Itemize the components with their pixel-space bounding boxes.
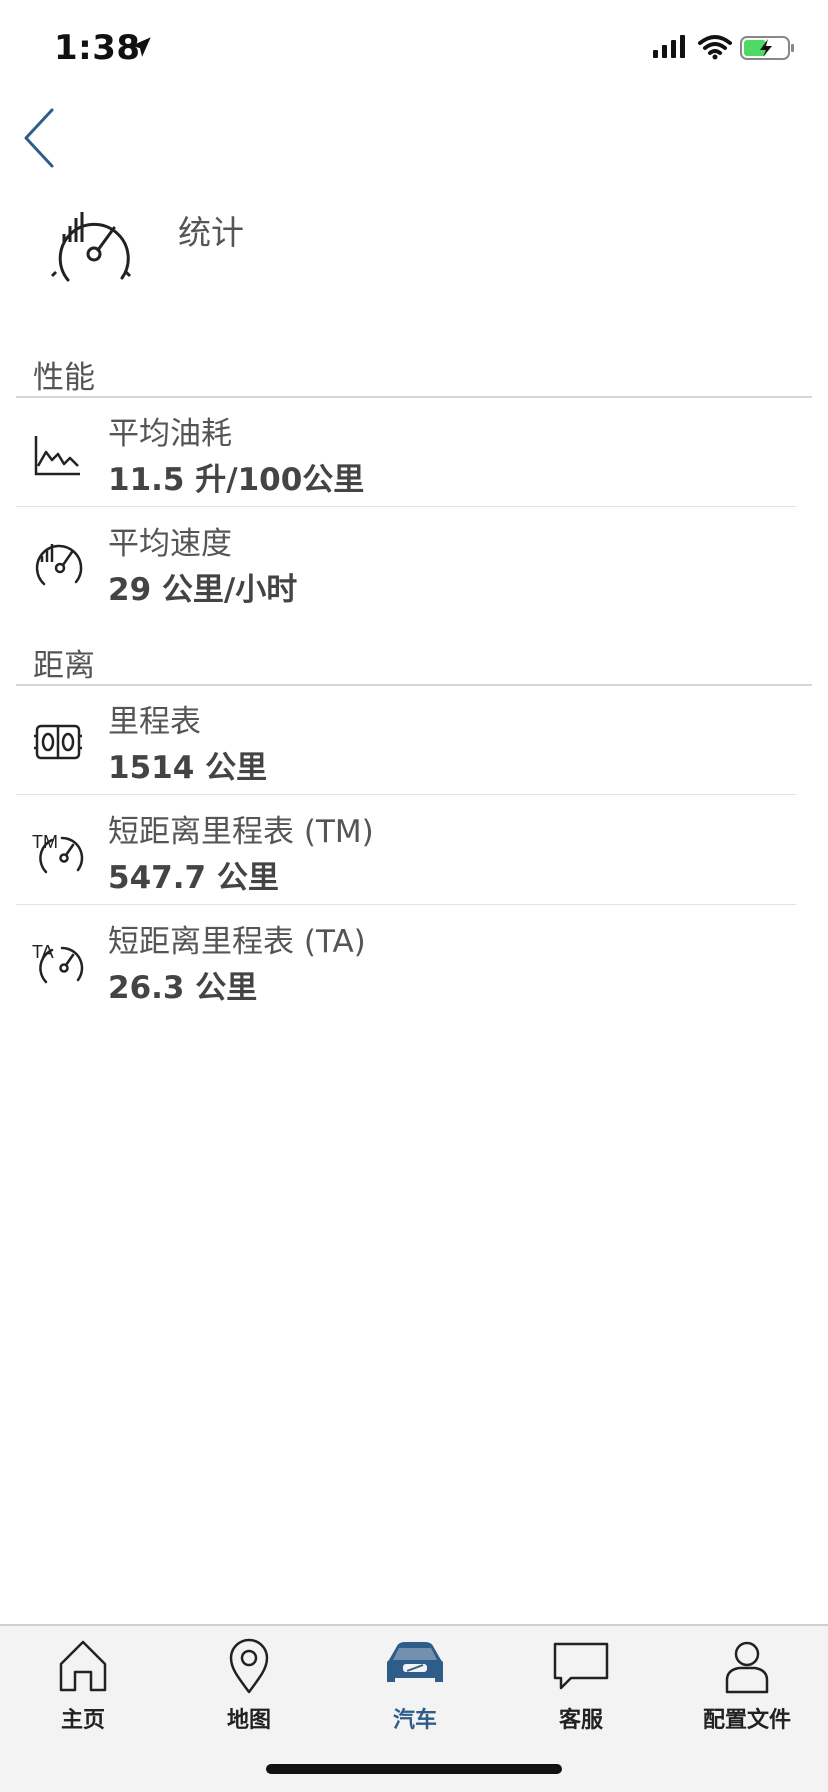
car-icon [387,1642,443,1682]
tab-label: 主页 [60,1708,105,1733]
tab-profile[interactable]: 配置文件 [664,1626,828,1746]
trip-meter-ta-icon: TA [32,942,84,984]
stat-row-trip-meter-ta: TA 短距离里程表 (TA) 26.3 公里 [0,908,828,1016]
map-pin-icon [229,1638,269,1694]
page-title: 统计 [178,213,244,252]
stat-label: 短距离里程表 (TA) [108,924,366,960]
battery-charging-icon [740,36,794,60]
stat-value: 11.5 升/100公里 [108,462,365,498]
tab-home[interactable]: 主页 [0,1626,166,1746]
tab-label: 地图 [226,1708,271,1733]
home-icon [59,1640,107,1692]
location-arrow-icon [131,37,151,57]
chat-bubble-icon [553,1642,609,1690]
stat-label: 里程表 [108,704,201,740]
stat-value: 29 公里/小时 [108,572,298,608]
back-button[interactable] [18,104,78,174]
stat-value: 1514 公里 [108,750,268,786]
section-header-performance: 性能 [33,360,95,396]
stat-row-average-speed: 平均速度 29 公里/小时 [0,510,828,618]
stat-value: 547.7 公里 [108,860,279,896]
tab-car[interactable]: 汽车 [332,1626,498,1746]
cellular-signal-icon [653,35,685,58]
section-header-distance: 距离 [33,648,95,684]
row-divider [16,904,796,905]
stat-row-average-fuel-consumption: 平均油耗 11.5 升/100公里 [0,400,828,508]
wifi-icon [698,35,732,60]
stat-label: 平均油耗 [108,416,232,452]
row-divider [16,506,796,507]
tab-label: 汽车 [392,1708,437,1733]
section-divider [16,396,812,398]
section-divider [16,684,812,686]
speedometer-icon [35,544,83,586]
row-divider [16,794,796,795]
home-indicator [266,1764,562,1774]
tab-label: 配置文件 [702,1708,791,1733]
tab-label: 客服 [558,1708,603,1733]
profile-icon [725,1641,769,1694]
statistics-speedometer-icon [50,212,132,282]
stat-value: 26.3 公里 [108,970,258,1006]
stat-row-trip-meter-tm: TM 短距离里程表 (TM) 547.7 公里 [0,798,828,906]
stat-row-odometer: 里程表 1514 公里 [0,688,828,796]
tab-map[interactable]: 地图 [166,1626,332,1746]
tab-support[interactable]: 客服 [498,1626,664,1746]
trip-meter-tm-icon: TM [32,832,84,874]
odometer-icon [34,724,82,760]
svg-text:TM: TM [32,832,58,852]
status-bar: 1:38 [0,0,828,100]
stat-label: 平均速度 [108,526,232,562]
fuel-consumption-chart-icon [34,436,80,476]
stat-label: 短距离里程表 (TM) [108,814,374,850]
